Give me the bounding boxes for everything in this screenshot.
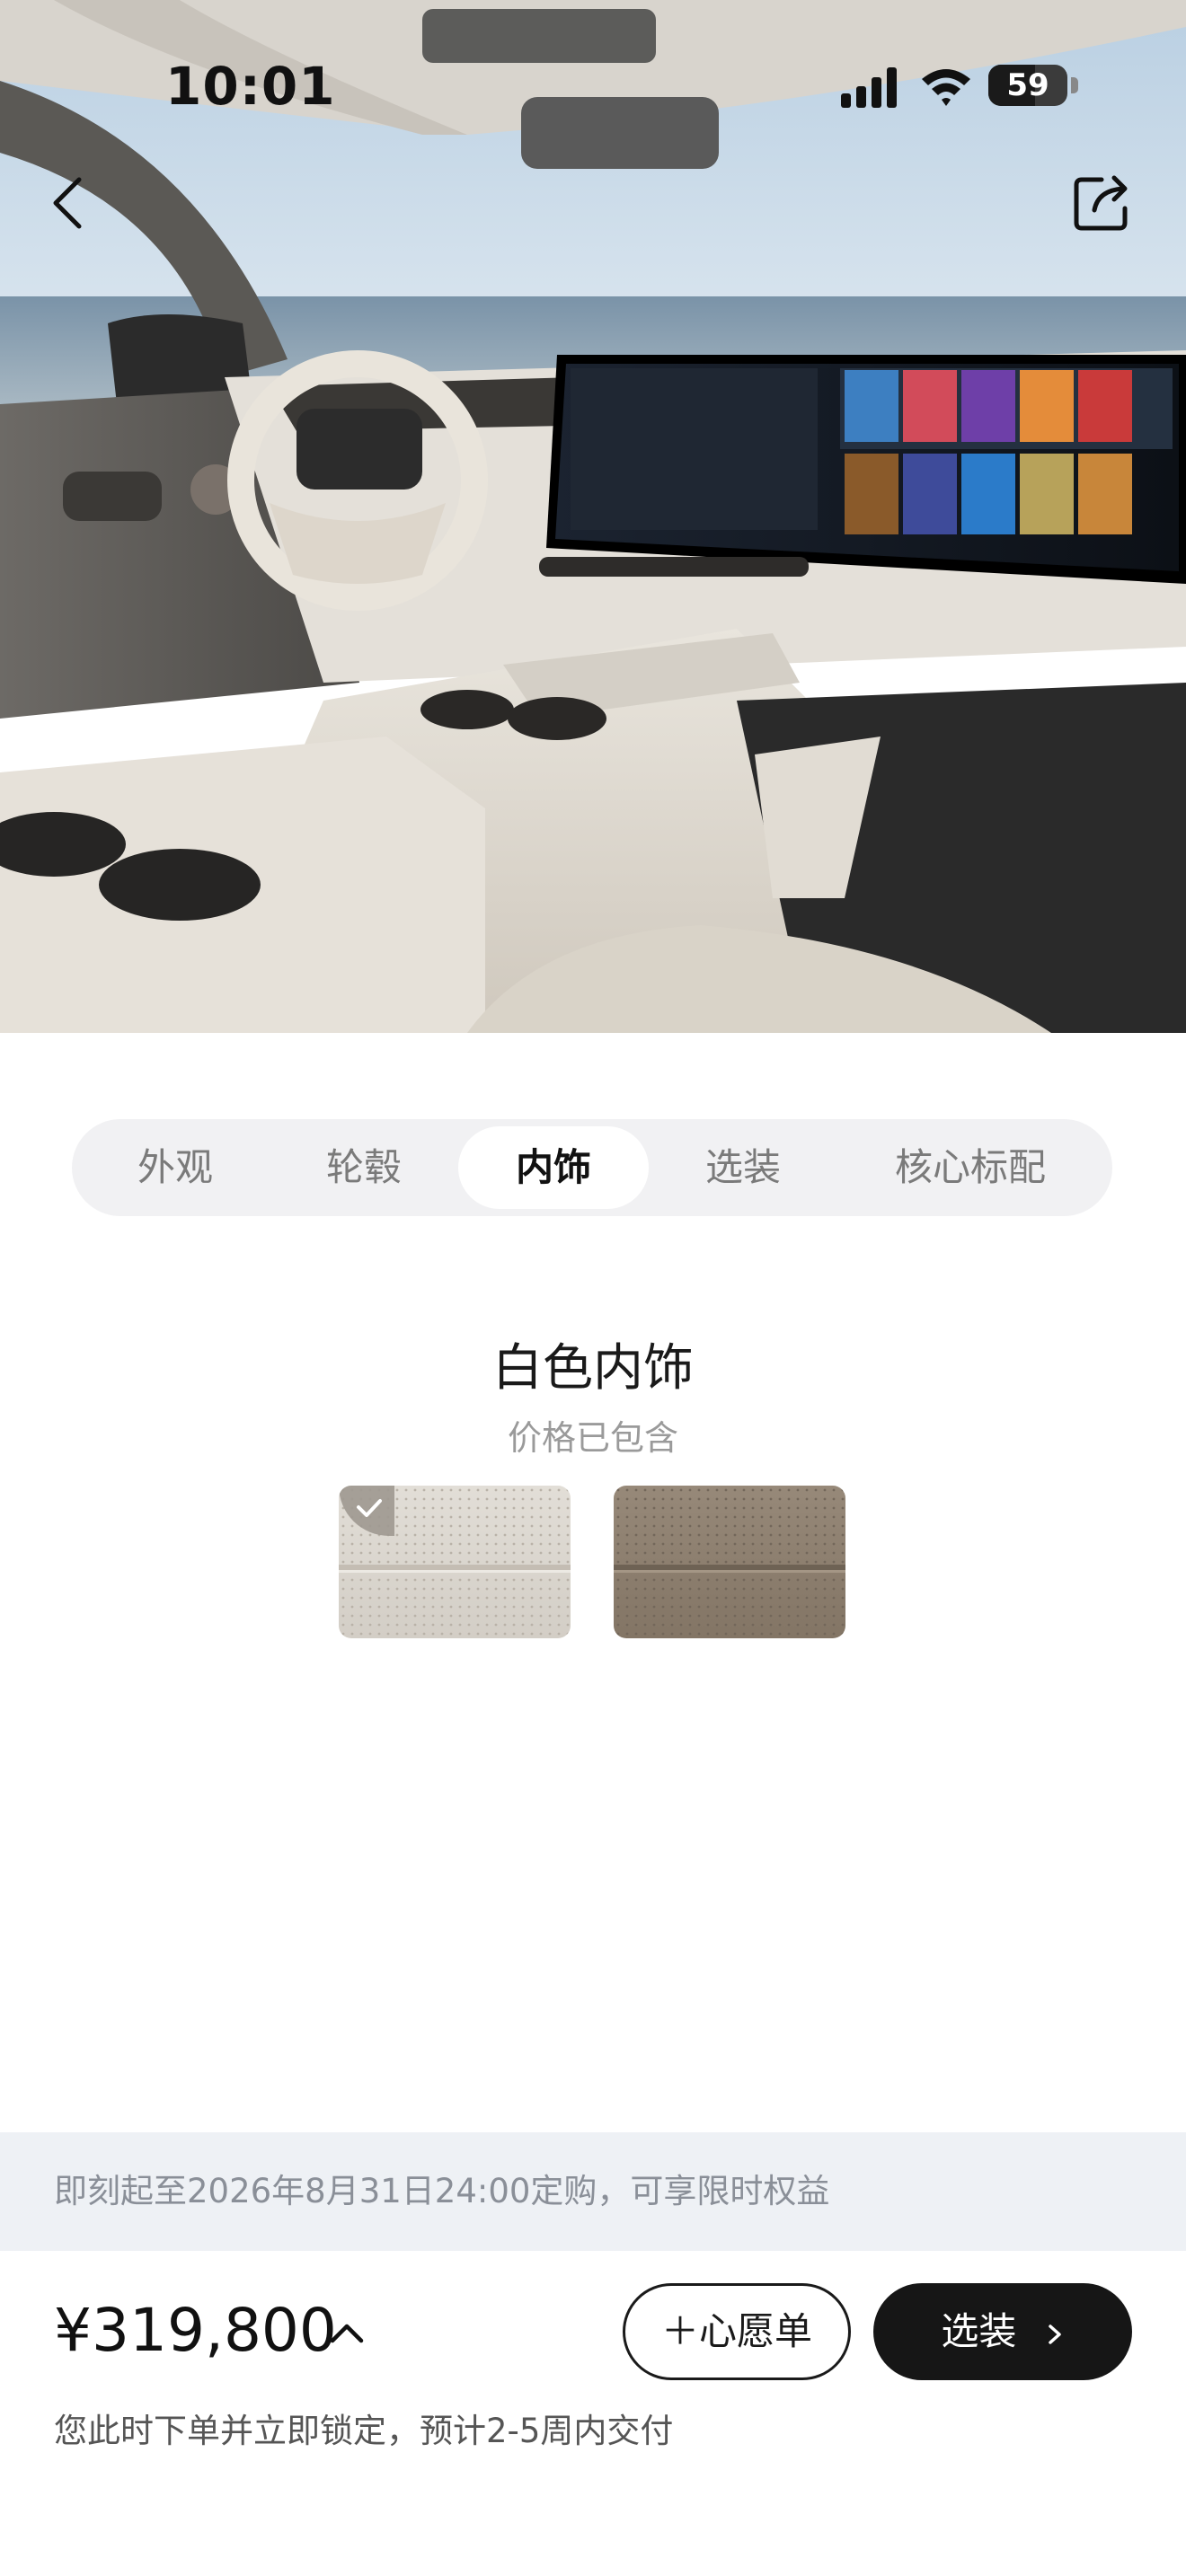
tab-wheels[interactable]: 轮毂 xyxy=(289,1126,438,1209)
status-time: 10:01 xyxy=(165,56,336,117)
configure-button[interactable]: 选装 xyxy=(873,2283,1132,2380)
swatch-texture xyxy=(614,1486,845,1638)
chevron-up-icon[interactable] xyxy=(327,2317,367,2348)
wifi-icon xyxy=(922,69,970,106)
option-title: 白色内饰 xyxy=(492,1339,694,1398)
back-button[interactable] xyxy=(40,169,97,237)
battery-level: 59 xyxy=(1006,67,1049,103)
battery-body: 59 xyxy=(988,65,1067,106)
tab-interior[interactable]: 内饰 xyxy=(458,1126,649,1209)
share-icon xyxy=(1074,175,1128,231)
promo-banner: 即刻起至2026年8月31日24:00定购，可享限时权益 xyxy=(0,2132,1186,2251)
tab-options[interactable]: 选装 xyxy=(668,1126,818,1209)
battery-indicator: 59 xyxy=(988,65,1078,106)
swatch-brown-interior[interactable] xyxy=(614,1486,845,1638)
tab-core-features[interactable]: 核心标配 xyxy=(863,1126,1078,1209)
share-button[interactable] xyxy=(1069,169,1137,237)
chevron-right-icon xyxy=(1048,2324,1061,2344)
selected-check-icon xyxy=(339,1486,394,1536)
promo-text: 即刻起至2026年8月31日24:00定购，可享限时权益 xyxy=(54,2172,830,2210)
cellular-signal-icon xyxy=(841,67,897,108)
config-tabs: 外观 轮毂 内饰 选装 核心标配 xyxy=(72,1119,1112,1216)
battery-tip xyxy=(1071,77,1078,93)
option-subtitle: 价格已包含 xyxy=(507,1418,678,1458)
chevron-left-icon xyxy=(53,177,82,229)
swatch-white-interior[interactable] xyxy=(339,1486,571,1638)
delivery-note: 您此时下单并立即锁定，预计2-5周内交付 xyxy=(54,2412,674,2450)
tab-exterior[interactable]: 外观 xyxy=(101,1126,250,1209)
add-to-wishlist-button[interactable]: ＋心愿单 xyxy=(623,2283,851,2380)
total-price: ¥319,800 xyxy=(54,2296,337,2365)
status-bar: 10:01 59 xyxy=(0,0,1186,171)
hero-image: 10:01 59 xyxy=(0,0,1186,1033)
configure-button-label: 选装 xyxy=(941,2309,1017,2353)
